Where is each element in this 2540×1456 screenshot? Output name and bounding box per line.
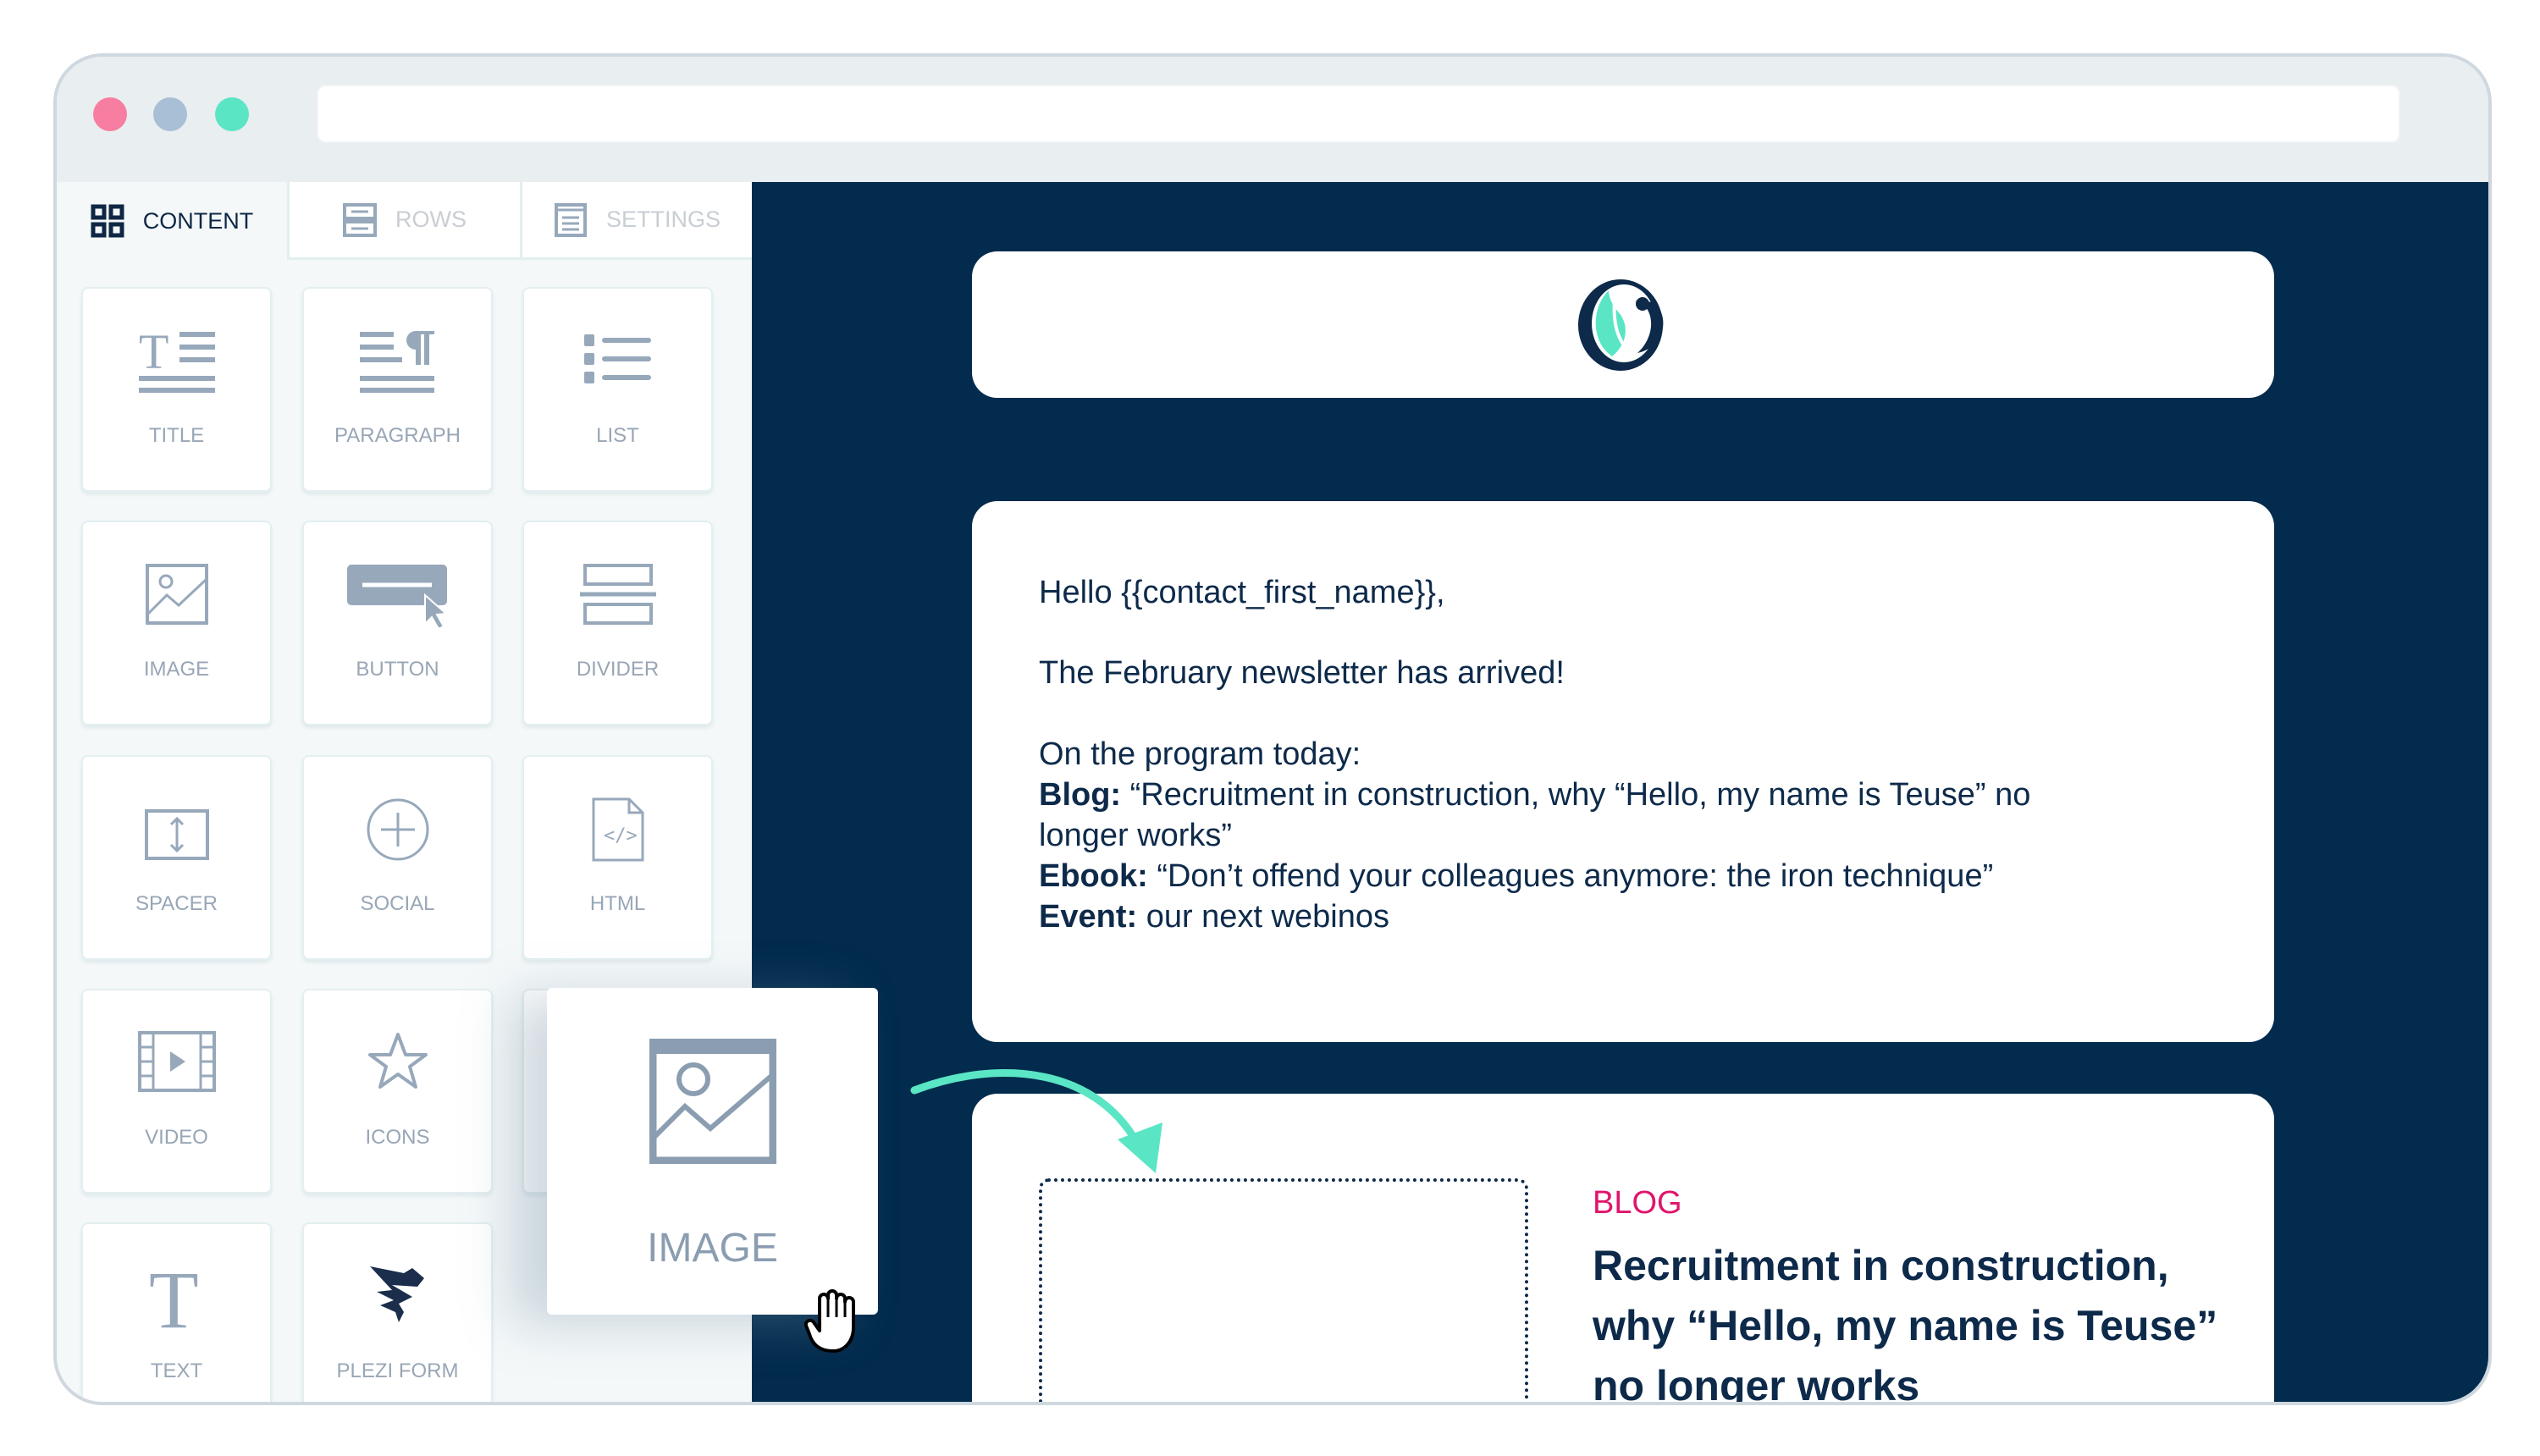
text-block[interactable]: Hello {{contact_first_name}}, The Februa…: [972, 501, 2274, 1042]
dragged-image-tile[interactable]: IMAGE: [547, 988, 878, 1315]
browser-window: CONTENT ROWS SETTINGS T TITLE PARAGRAPH …: [53, 53, 2492, 1405]
tile-label: TEXT: [150, 1359, 203, 1382]
ebook-text: “Don’t offend your colleagues anymore: t…: [1147, 858, 1994, 894]
list-icon: [583, 334, 651, 383]
drag-arrow: [910, 1069, 1162, 1173]
ebook-line: Ebook: “Don’t offend your colleagues any…: [1039, 856, 1993, 896]
star-icon: [367, 1033, 428, 1089]
blog-title: Recruitment in construction, why “Hello,…: [1593, 1236, 2218, 1405]
blog-label: Blog:: [1039, 777, 1122, 813]
tile-label: IMAGE: [143, 658, 210, 681]
rows-icon: [343, 202, 377, 237]
close-dot[interactable]: [93, 97, 127, 131]
tile-html[interactable]: </> HTML: [522, 755, 713, 960]
blog-title-line: Recruitment in construction,: [1593, 1242, 2169, 1289]
tile-paragraph[interactable]: PARAGRAPH: [302, 287, 493, 492]
tile-divider[interactable]: DIVIDER: [522, 521, 713, 725]
tab-rows[interactable]: ROWS: [287, 182, 520, 260]
image-icon: [649, 1039, 776, 1164]
tile-spacer[interactable]: SPACER: [81, 755, 272, 960]
tile-label: SOCIAL: [360, 892, 435, 915]
blog-line-2: longer works”: [1039, 818, 1233, 853]
text-icon: T: [149, 1265, 199, 1332]
hand-cursor-icon: [804, 1289, 855, 1353]
logo-block[interactable]: [972, 251, 2274, 398]
tab-label: CONTENT: [142, 207, 254, 234]
tile-label: TITLE: [148, 424, 205, 447]
tile-icons[interactable]: ICONS: [302, 989, 493, 1194]
plezi-form-icon: [369, 1266, 424, 1322]
tab-content[interactable]: CONTENT: [57, 182, 287, 260]
spacer-icon: [144, 809, 209, 860]
blog-text: “Recruitment in construction, why “Hello…: [1121, 777, 2031, 813]
video-icon: [137, 1031, 216, 1092]
event-label: Event:: [1039, 899, 1138, 935]
code-file-icon: </>: [592, 797, 643, 862]
svg-text:T: T: [139, 329, 168, 379]
event-text: our next webinos: [1137, 899, 1389, 935]
tab-settings[interactable]: SETTINGS: [520, 182, 752, 260]
blog-category: BLOG: [1593, 1185, 1682, 1221]
tile-label: PLEZI FORM: [336, 1359, 459, 1382]
minimize-dot[interactable]: [153, 97, 187, 131]
blog-line: Blog: “Recruitment in construction, why …: [1039, 775, 2030, 815]
title-icon: T: [138, 329, 215, 393]
tab-label: SETTINGS: [605, 207, 721, 232]
program-text: On the program today:: [1039, 736, 1361, 772]
button-icon: [346, 565, 448, 627]
drag-tile-label: IMAGE: [647, 1226, 778, 1271]
tile-button[interactable]: BUTTON: [302, 521, 493, 725]
greeting-text: Hello {{contact_first_name}},: [1039, 575, 1445, 610]
divider-icon: [579, 564, 656, 625]
tile-label: HTML: [589, 892, 646, 915]
grid-icon: [91, 204, 124, 238]
tile-video[interactable]: VIDEO: [81, 989, 272, 1194]
tile-label: LIST: [596, 424, 639, 447]
settings-icon: [554, 202, 587, 237]
plus-circle-icon: [367, 798, 428, 861]
maximize-dot[interactable]: [215, 97, 249, 131]
tile-label: BUTTON: [356, 658, 439, 681]
image-icon: [145, 564, 208, 625]
tile-image[interactable]: IMAGE: [81, 521, 272, 725]
tile-title[interactable]: T TITLE: [81, 287, 272, 492]
svg-text:T: T: [149, 1265, 199, 1332]
intro-text: The February newsletter has arrived!: [1039, 655, 1565, 691]
blog-title-line: why “Hello, my name is Teuse”: [1593, 1302, 2218, 1349]
tile-label: VIDEO: [145, 1126, 208, 1149]
paragraph-icon: [359, 331, 434, 393]
address-bar[interactable]: [317, 85, 2400, 143]
svg-text:</>: </>: [604, 825, 638, 847]
tab-label: ROWS: [395, 207, 467, 232]
tile-list[interactable]: LIST: [522, 287, 713, 492]
ebook-label: Ebook:: [1039, 858, 1148, 894]
event-line: Event: our next webinos: [1039, 896, 1389, 937]
tile-social[interactable]: SOCIAL: [302, 755, 493, 960]
tile-label: DIVIDER: [576, 658, 660, 681]
tile-label: ICONS: [365, 1126, 430, 1149]
brand-logo: [1578, 279, 1664, 371]
tile-plezi-form[interactable]: PLEZI FORM: [302, 1222, 493, 1402]
tile-label: PARAGRAPH: [334, 424, 461, 447]
title-bar: [57, 57, 2488, 182]
blog-title-line: no longer works: [1593, 1362, 1920, 1405]
tile-text[interactable]: T TEXT: [81, 1222, 272, 1402]
tile-label: SPACER: [135, 892, 218, 915]
